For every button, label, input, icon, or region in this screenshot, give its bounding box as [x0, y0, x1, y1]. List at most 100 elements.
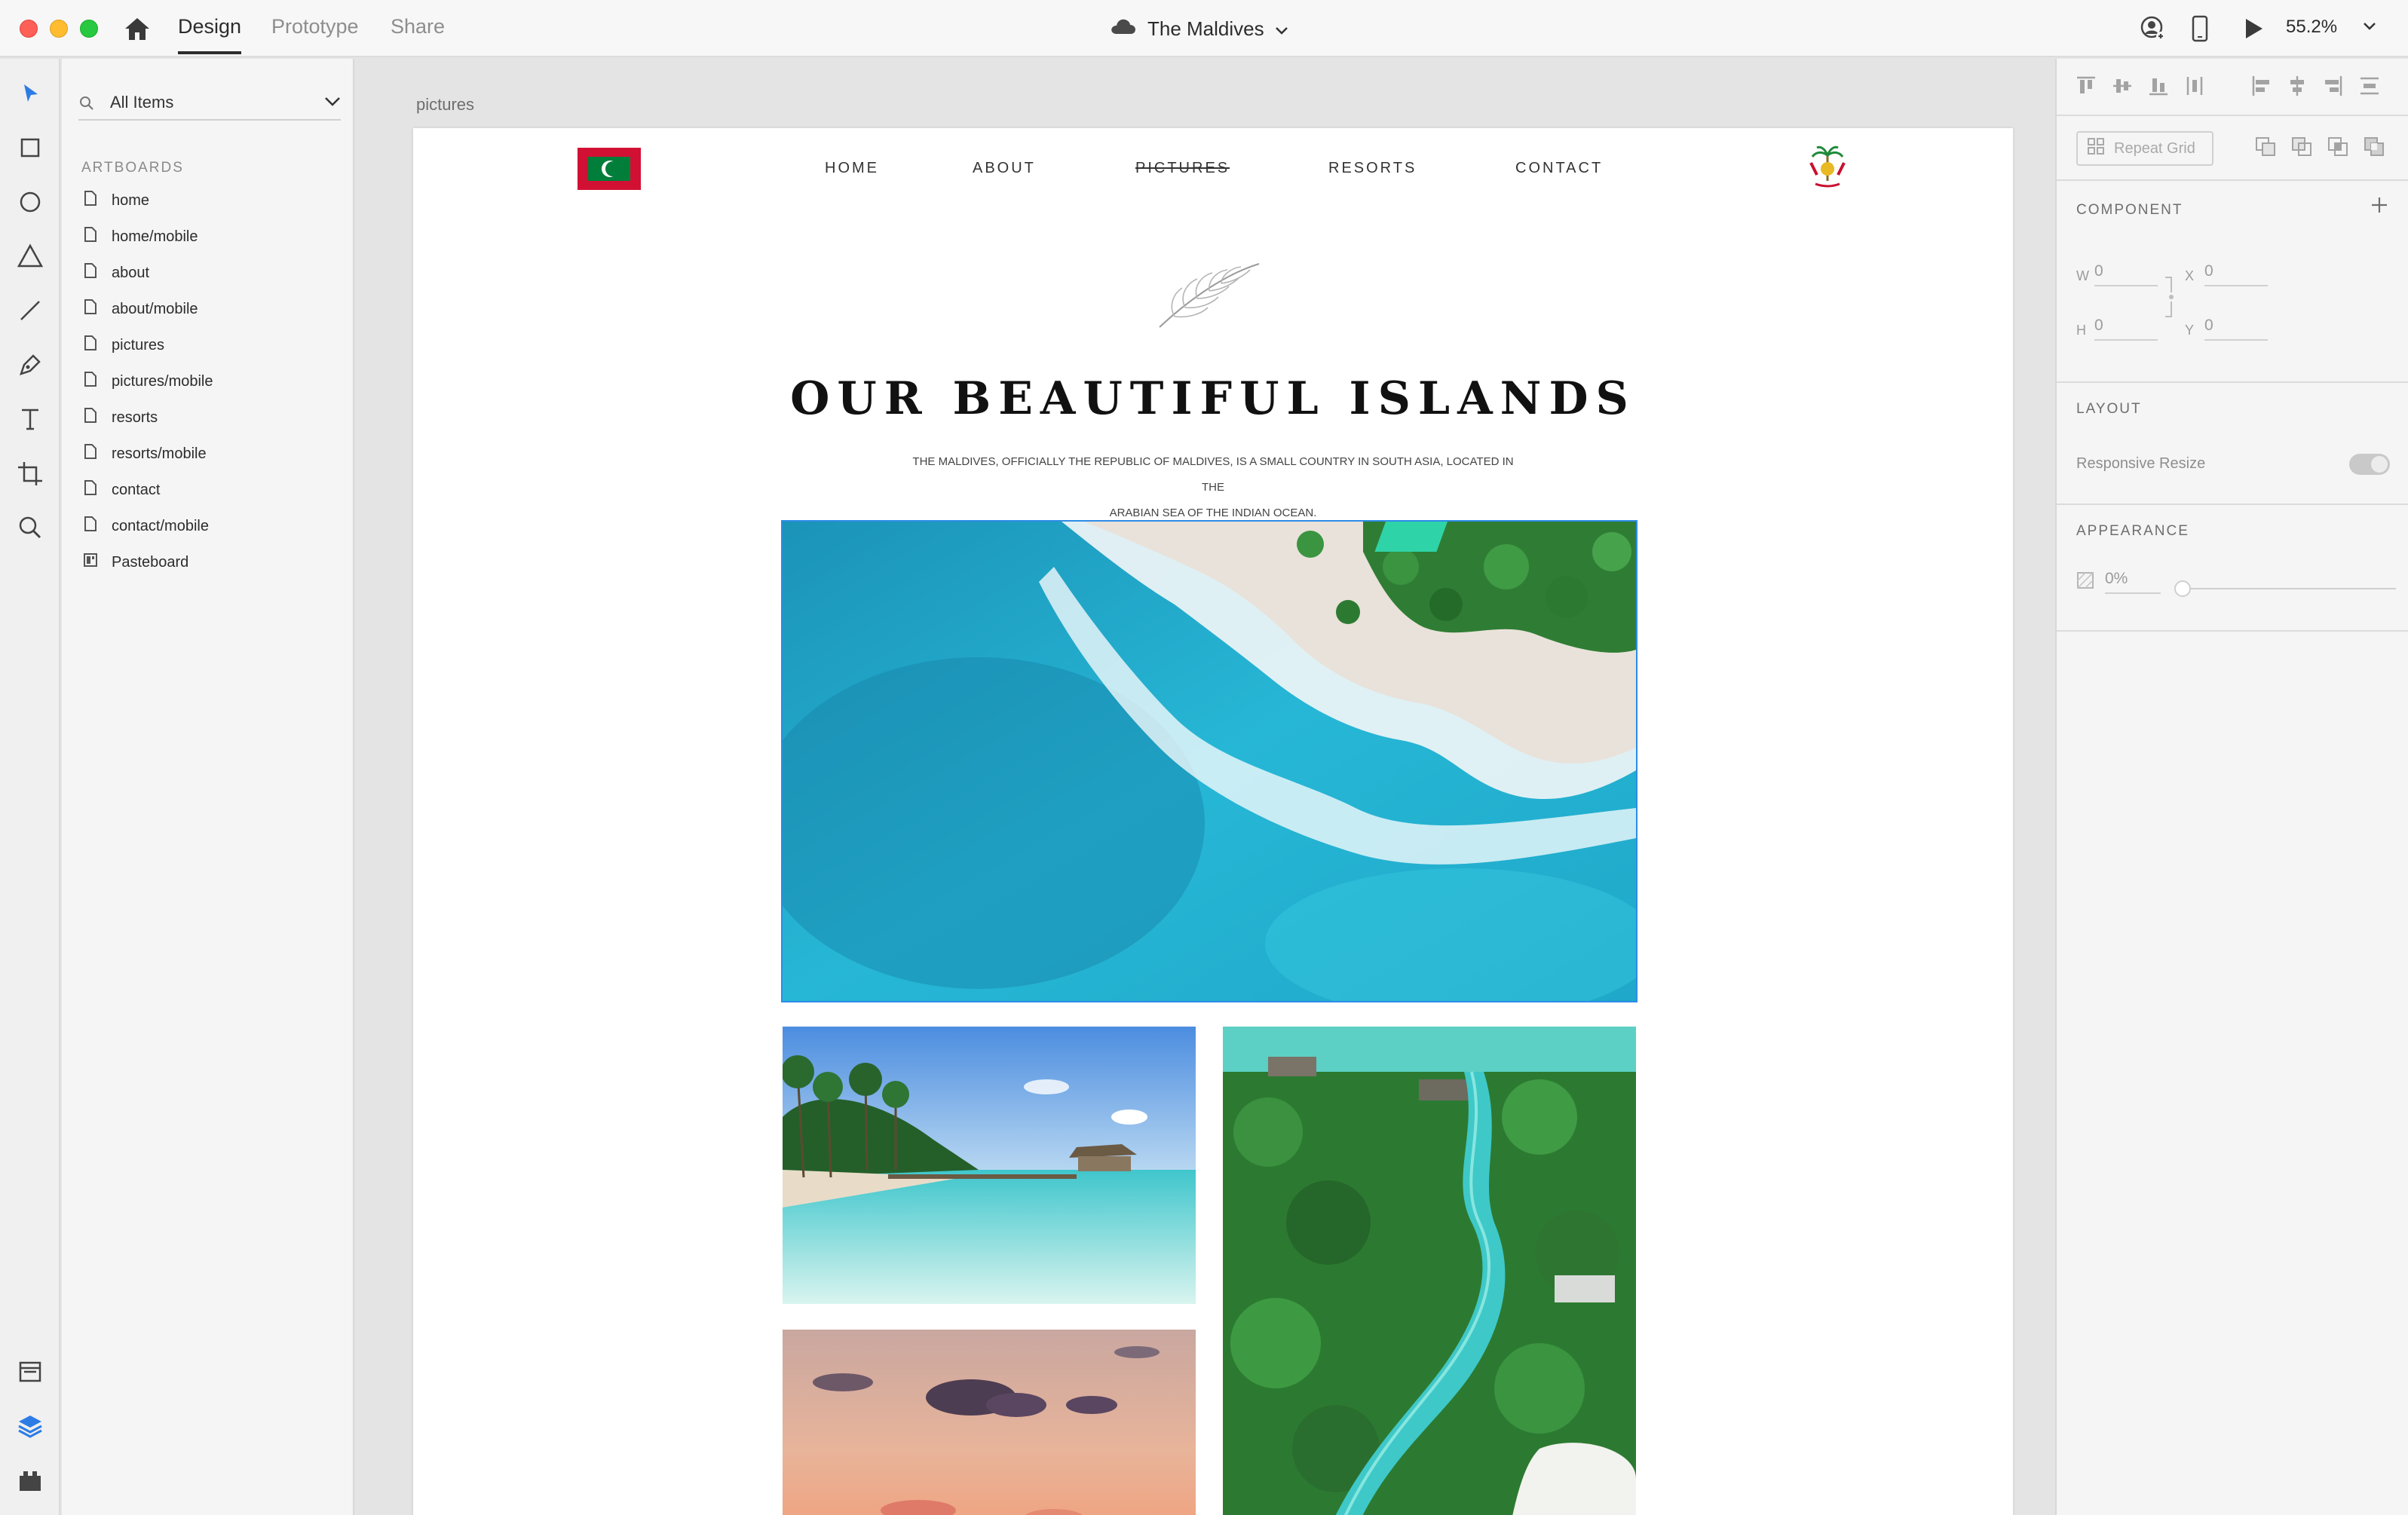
device-preview-icon[interactable] [2191, 15, 2209, 42]
layers-filter-dropdown[interactable]: All Items [78, 86, 341, 121]
layer-item-contact-mobile[interactable]: contact/mobile [83, 511, 209, 541]
rectangle-tool-icon[interactable] [15, 133, 45, 163]
align-section [2057, 59, 2408, 116]
width-field[interactable]: 0 [2094, 259, 2158, 286]
tab-design[interactable]: Design [178, 15, 242, 54]
tab-prototype[interactable]: Prototype [271, 15, 359, 54]
close-window-button[interactable] [20, 20, 38, 38]
page-icon [83, 262, 98, 283]
boolean-subtract-icon[interactable] [2290, 134, 2313, 158]
y-field[interactable]: 0 [2204, 314, 2268, 341]
play-preview-icon[interactable] [2242, 15, 2265, 42]
page-icon [83, 479, 98, 500]
opacity-icon [2076, 571, 2094, 593]
zoom-tool-icon[interactable] [15, 513, 45, 543]
repeat-grid-button[interactable]: Repeat Grid [2076, 131, 2213, 166]
cloud-icon [1110, 17, 1137, 41]
page-icon [83, 226, 98, 247]
layer-item-about-mobile[interactable]: about/mobile [83, 294, 198, 324]
opacity-slider-track[interactable] [2179, 588, 2396, 589]
add-component-icon[interactable] [2369, 194, 2390, 219]
opacity-field[interactable]: 0% [2105, 565, 2161, 594]
beach-hut-image[interactable] [783, 1027, 1196, 1304]
align-right-icon[interactable] [2322, 74, 2345, 98]
page-icon [83, 190, 98, 211]
align-center-icon[interactable] [2286, 74, 2308, 98]
artboard-pictures[interactable]: HOME ABOUT PICTURES RESORTS CONTACT OUR … [413, 128, 2013, 1515]
layers-panel: All Items ARTBOARDS home home/mobile about… [62, 59, 354, 1515]
page-subtitle-line-1: THE MALDIVES, OFFICIALLY THE REPUBLIC OF… [912, 455, 1514, 494]
assets-panel-icon[interactable] [15, 1357, 45, 1387]
layer-item-contact[interactable]: contact [83, 475, 160, 505]
zoom-level[interactable]: 55.2% [2286, 17, 2337, 38]
island-river-image[interactable] [1223, 1027, 1636, 1515]
distribute-vertical-icon[interactable] [2183, 74, 2206, 98]
boolean-intersect-icon[interactable] [2327, 134, 2349, 158]
artboards-section-title: ARTBOARDS [81, 160, 184, 176]
document-title-dropdown[interactable]: The Maldives [1110, 15, 1288, 42]
responsive-resize-toggle[interactable] [2349, 454, 2390, 475]
tools-bar [0, 59, 60, 1515]
layer-item-label: home/mobile [112, 228, 198, 245]
select-tool-icon[interactable] [15, 78, 45, 109]
home-icon[interactable] [122, 15, 152, 42]
divider [2057, 503, 2408, 505]
maximize-window-button[interactable] [80, 20, 98, 38]
layer-item-pictures-mobile[interactable]: pictures/mobile [83, 366, 213, 396]
layer-item-pictures[interactable]: pictures [83, 330, 164, 360]
align-left-icon[interactable] [2250, 74, 2272, 98]
artboard-label[interactable]: pictures [416, 95, 474, 115]
layers-panel-icon[interactable] [15, 1411, 45, 1441]
nav-pictures-link[interactable]: PICTURES [1135, 160, 1230, 177]
palm-leaf-illustration [1152, 261, 1265, 330]
align-top-icon[interactable] [2075, 74, 2097, 98]
layer-item-resorts[interactable]: resorts [83, 402, 158, 433]
line-tool-icon[interactable] [15, 295, 45, 326]
layer-item-resorts-mobile[interactable]: resorts/mobile [83, 439, 207, 469]
aerial-beach-image[interactable] [781, 520, 1638, 1002]
nav-about-link[interactable]: ABOUT [973, 160, 1036, 177]
grid-icon [2087, 137, 2105, 160]
x-field[interactable]: 0 [2204, 259, 2268, 286]
opacity-slider-handle[interactable] [2174, 580, 2191, 597]
artboard-tool-icon[interactable] [15, 458, 45, 488]
text-tool-icon[interactable] [15, 404, 45, 434]
pen-tool-icon[interactable] [15, 350, 45, 380]
layer-item-label: pictures/mobile [112, 372, 213, 390]
height-field[interactable]: 0 [2094, 314, 2158, 341]
nav-home-link[interactable]: HOME [825, 160, 879, 177]
canvas[interactable]: pictures HOME ABOUT PICTURES RESORTS CON… [356, 59, 2055, 1515]
polygon-tool-icon[interactable] [15, 241, 45, 271]
layout-section-title: LAYOUT [2076, 401, 2142, 417]
boolean-add-icon[interactable] [2254, 134, 2277, 158]
layer-item-about[interactable]: about [83, 258, 149, 288]
layer-item-home[interactable]: home [83, 185, 149, 216]
sunset-sky-image[interactable] [783, 1330, 1196, 1515]
boolean-exclude-icon[interactable] [2363, 134, 2385, 158]
divider [2057, 630, 2408, 632]
align-bottom-icon[interactable] [2147, 74, 2170, 98]
distribute-horizontal-icon[interactable] [2358, 74, 2381, 98]
share-user-icon[interactable] [2140, 15, 2167, 42]
page-icon [83, 407, 98, 428]
layer-item-label: Pasteboard [112, 553, 189, 571]
maldives-emblem-image [1805, 145, 1850, 191]
minimize-window-button[interactable] [50, 20, 68, 38]
layer-item-label: about [112, 264, 150, 281]
divider [2057, 381, 2408, 383]
ellipse-tool-icon[interactable] [15, 187, 45, 217]
layer-item-label: about/mobile [112, 300, 198, 317]
layer-item-home-mobile[interactable]: home/mobile [83, 222, 198, 252]
layers-filter-value: All Items [110, 93, 174, 112]
align-middle-icon[interactable] [2111, 74, 2134, 98]
layer-item-label: home [112, 191, 150, 209]
tab-share[interactable]: Share [391, 15, 445, 54]
lock-proportions-icon[interactable] [2164, 274, 2176, 323]
nav-resorts-link[interactable]: RESORTS [1328, 160, 1417, 177]
plugins-panel-icon[interactable] [15, 1465, 45, 1495]
y-label: Y [2185, 323, 2195, 338]
component-section-title: COMPONENT [2076, 202, 2183, 218]
zoom-chevron-down-icon[interactable] [2363, 21, 2376, 48]
layer-item-pasteboard[interactable]: Pasteboard [83, 547, 188, 577]
nav-contact-link[interactable]: CONTACT [1515, 160, 1603, 177]
